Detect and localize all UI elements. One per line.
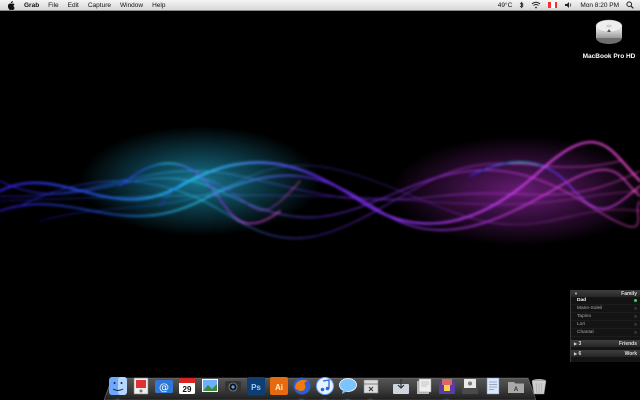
buddy-group-friends[interactable]: ▶ 3 Friends — [571, 340, 640, 347]
online-status-icon — [634, 299, 637, 302]
group-name: Work — [624, 350, 637, 357]
clock[interactable]: Mon 8:20 PM — [580, 2, 619, 9]
camera-icon — [223, 376, 243, 396]
buddy-row[interactable]: Chantal — [571, 329, 640, 337]
illustrator-label: Ai — [275, 383, 283, 392]
volume-icon[interactable] — [564, 1, 573, 9]
photoshop-icon: Ps — [246, 376, 266, 396]
itunes-icon — [315, 376, 335, 396]
wifi-icon[interactable] — [531, 1, 541, 9]
dock: @ 29 Ps Ai A — [108, 368, 547, 396]
buddy-list-widget: ▼ Family Dad Marie-Soleil Tapino Lori Ch… — [570, 290, 640, 362]
buddy-name: Dad — [577, 298, 587, 303]
dock-firefox[interactable] — [292, 376, 312, 396]
pictures-stack-icon — [460, 376, 480, 396]
trash-icon — [529, 376, 549, 396]
buddy-name: Tapino — [577, 314, 592, 319]
dock-photo-booth[interactable] — [223, 376, 243, 396]
buddy-name: Marie-Soleil — [577, 306, 603, 311]
offline-status-icon — [634, 307, 637, 310]
dock-stack-pictures[interactable] — [460, 376, 480, 396]
menu-capture[interactable]: Capture — [88, 2, 111, 9]
dock-stack-downloads[interactable] — [391, 376, 411, 396]
dock-ichat[interactable] — [338, 376, 358, 396]
menu-window[interactable]: Window — [120, 2, 143, 9]
buddy-row[interactable]: Dad — [571, 297, 640, 305]
photoshop-label: Ps — [251, 383, 261, 392]
buddy-row[interactable]: Marie-Soleil — [571, 305, 640, 313]
mail-icon: @ — [154, 376, 174, 396]
buddy-name: Chantal — [577, 330, 594, 335]
firefox-icon — [292, 376, 312, 396]
chat-bubble-icon — [338, 376, 358, 396]
calendar-icon: 29 — [177, 376, 197, 396]
menu-app-name[interactable]: Grab — [24, 2, 39, 9]
desktop-drive[interactable]: MacBook Pro HD — [583, 18, 635, 60]
menu-file[interactable]: File — [48, 2, 58, 9]
expanded-triangle-icon[interactable]: ▼ — [574, 291, 578, 296]
offline-status-icon — [634, 331, 637, 334]
folder-icon: A — [506, 376, 526, 396]
dock-stack-applications[interactable] — [437, 376, 457, 396]
collapsed-triangle-icon[interactable]: ▶ — [574, 341, 577, 346]
status-area: 49°C Mon 8:20 PM — [491, 0, 640, 11]
dock-preview[interactable] — [131, 376, 151, 396]
drive-label: MacBook Pro HD — [582, 53, 636, 60]
group-count: 6 — [578, 350, 582, 357]
applications-stack-icon — [437, 376, 457, 396]
bluetooth-icon[interactable] — [519, 1, 524, 9]
dock-stack-folder[interactable]: A — [506, 376, 526, 396]
dock-finder[interactable] — [108, 376, 128, 396]
finder-icon — [108, 376, 128, 396]
buddy-row[interactable]: Tapino — [571, 313, 640, 321]
calendar-day: 29 — [183, 385, 192, 394]
dock-stack-text[interactable] — [483, 376, 503, 396]
buddy-name: Lori — [577, 322, 585, 327]
dock-trash[interactable] — [529, 376, 549, 396]
svg-text:@: @ — [159, 383, 169, 394]
flag-icon[interactable] — [548, 2, 558, 8]
grab-icon — [361, 376, 381, 396]
group-name: Friends — [618, 340, 637, 347]
dock-mail[interactable]: @ — [154, 376, 174, 396]
illustrator-icon: Ai — [269, 376, 289, 396]
menu-edit[interactable]: Edit — [68, 2, 79, 9]
dock-itunes[interactable] — [315, 376, 335, 396]
group-count: 3 — [578, 340, 582, 347]
hard-drive-icon[interactable] — [594, 18, 624, 51]
offline-status-icon — [634, 323, 637, 326]
menu-help[interactable]: Help — [152, 2, 165, 9]
menu-bar: Grab File Edit Capture Window Help 49°C … — [0, 0, 640, 11]
dock-grab[interactable] — [361, 376, 381, 396]
dock-calendar[interactable]: 29 — [177, 376, 197, 396]
collapsed-triangle-icon[interactable]: ▶ — [574, 351, 577, 356]
temperature-readout[interactable]: 49°C — [498, 2, 513, 9]
buddy-row[interactable]: Lori — [571, 321, 640, 329]
documents-stack-icon — [414, 376, 434, 396]
downloads-stack-icon — [391, 376, 411, 396]
group-name: Family — [621, 290, 637, 297]
svg-text:A: A — [514, 387, 519, 393]
buddy-group-family[interactable]: ▼ Family — [571, 290, 640, 297]
text-file-icon — [483, 376, 503, 396]
preview-icon — [131, 376, 151, 396]
buddy-group-work[interactable]: ▶ 6 Work — [571, 350, 640, 357]
dock-photoshop[interactable]: Ps — [246, 376, 266, 396]
iphoto-icon — [200, 376, 220, 396]
spotlight-icon[interactable] — [626, 1, 634, 9]
offline-status-icon — [634, 315, 637, 318]
dock-illustrator[interactable]: Ai — [269, 376, 289, 396]
desktop-wallpaper — [0, 11, 640, 400]
apple-icon[interactable] — [7, 0, 16, 10]
dock-stack-documents[interactable] — [414, 376, 434, 396]
dock-iphoto[interactable] — [200, 376, 220, 396]
